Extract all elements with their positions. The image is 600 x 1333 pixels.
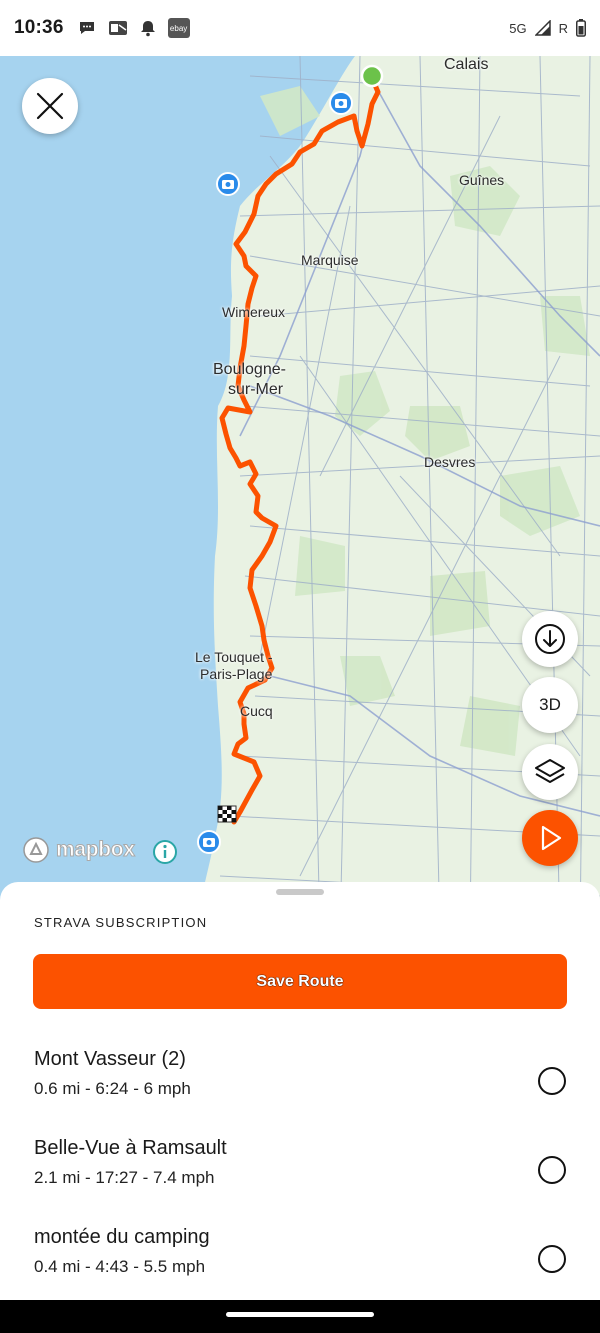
notification-bell-icon xyxy=(140,19,156,37)
segment-name: Mont Vasseur (2) xyxy=(34,1048,186,1070)
photo-marker xyxy=(216,172,240,196)
status-bar: 10:36 ebay 5G R xyxy=(0,0,600,56)
notification-icons: ebay xyxy=(78,18,190,38)
info-icon[interactable] xyxy=(152,839,178,870)
place-label-letouquet-line2: Paris-Plage xyxy=(200,666,273,682)
place-label-letouquet-line1: Le Touquet - xyxy=(195,649,273,665)
3d-toggle-button[interactable]: 3D xyxy=(522,677,578,733)
route-details-sheet[interactable]: STRAVA SUBSCRIPTION Save Route Mont Vass… xyxy=(0,882,600,1300)
mapbox-icon xyxy=(23,837,49,863)
place-label-boulogne-line2: sur-Mer xyxy=(228,381,284,398)
segment-stats: 2.1 mi - 17:27 - 7.4 mph xyxy=(34,1168,215,1187)
signal-icon xyxy=(534,20,551,36)
network-type: 5G xyxy=(509,20,527,36)
sheet-drag-handle[interactable] xyxy=(276,889,324,895)
close-icon xyxy=(36,92,64,120)
chat-bubble-icon xyxy=(78,20,96,36)
segment-name: Belle-Vue à Ramsault xyxy=(34,1137,227,1159)
map-canvas[interactable] xyxy=(0,56,600,936)
segment-radio[interactable] xyxy=(538,1067,566,1095)
status-time: 10:36 xyxy=(14,17,64,38)
place-label-marquise: Marquise xyxy=(301,252,359,268)
play-route-button[interactable] xyxy=(522,810,578,866)
place-label-wimereux: Wimereux xyxy=(222,304,286,320)
segment-radio[interactable] xyxy=(538,1156,566,1184)
outlook-icon xyxy=(108,19,128,37)
mapbox-logo[interactable]: mapbox xyxy=(22,836,136,864)
place-label-desvres: Desvres xyxy=(424,454,476,470)
segment-stats: 0.4 mi - 4:43 - 5.5 mph xyxy=(34,1257,206,1276)
place-label-cucq: Cucq xyxy=(240,703,273,719)
battery-icon xyxy=(576,19,586,37)
ebay-icon: ebay xyxy=(167,18,190,38)
home-gesture-pill[interactable] xyxy=(226,1312,374,1317)
save-route-button[interactable]: Save Route xyxy=(33,954,567,1009)
layers-icon xyxy=(535,759,565,783)
segment-item[interactable]: Mont Vasseur (2) 0.6 mi - 6:24 - 6 mph xyxy=(34,1048,574,1118)
route-map[interactable]: Calais Guînes Marquise Wimereux Boulogne… xyxy=(0,56,600,936)
route-finish-marker xyxy=(217,805,237,823)
photo-marker xyxy=(329,91,353,115)
close-button[interactable] xyxy=(22,78,78,134)
download-button[interactable] xyxy=(522,611,578,667)
mapbox-wordmark: mapbox xyxy=(56,838,136,862)
place-label-boulogne-line1: Boulogne- xyxy=(213,361,286,378)
system-icons: 5G R xyxy=(509,19,586,37)
route-start-marker xyxy=(360,64,384,88)
subscription-label: STRAVA SUBSCRIPTION xyxy=(34,915,208,930)
segment-item[interactable]: montée du camping 0.4 mi - 4:43 - 5.5 mp… xyxy=(34,1226,574,1296)
segment-name: montée du camping xyxy=(34,1226,210,1248)
place-label-guines: Guînes xyxy=(459,172,505,188)
download-icon xyxy=(535,624,565,654)
segment-radio[interactable] xyxy=(538,1245,566,1273)
3d-label: 3D xyxy=(539,695,561,714)
roaming-indicator: R xyxy=(558,20,568,36)
map-layers-button[interactable] xyxy=(522,744,578,800)
segment-item[interactable]: Belle-Vue à Ramsault 2.1 mi - 17:27 - 7.… xyxy=(34,1137,574,1207)
photo-marker xyxy=(197,830,221,854)
system-navigation-bar xyxy=(0,1300,600,1333)
place-label-calais: Calais xyxy=(444,56,489,73)
play-icon xyxy=(541,825,562,851)
sea-area xyxy=(0,56,355,936)
segment-stats: 0.6 mi - 6:24 - 6 mph xyxy=(34,1079,191,1098)
